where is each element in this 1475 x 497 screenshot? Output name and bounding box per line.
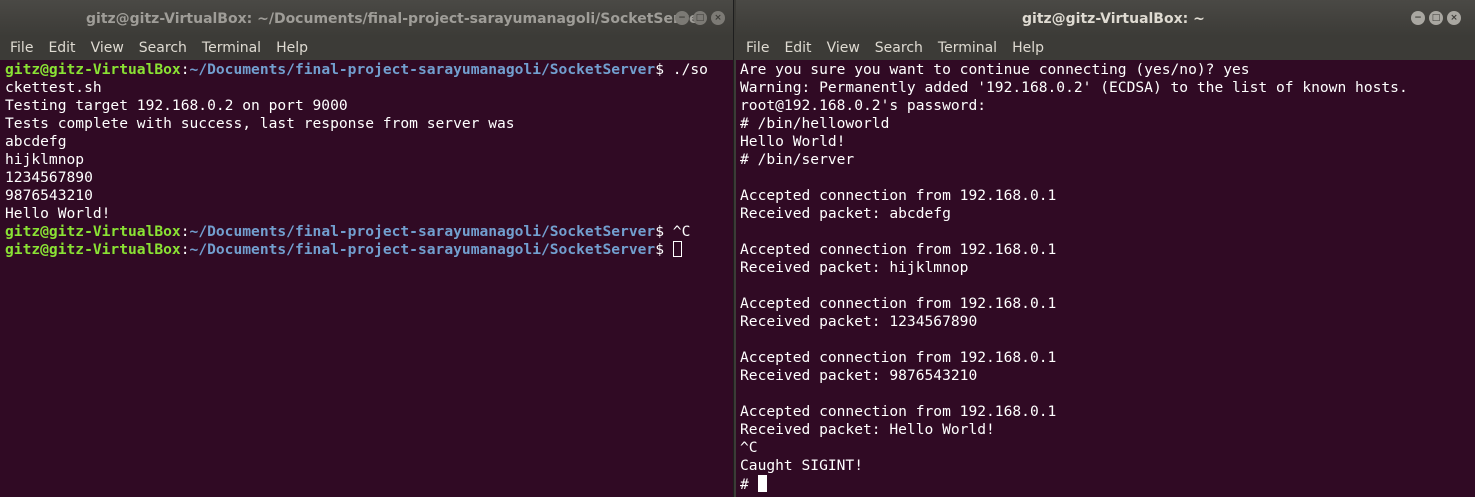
close-icon[interactable]: × [711, 11, 725, 25]
output-line: Received packet: Hello World! [740, 421, 995, 438]
window-title: gitz@gitz-VirtualBox: ~ [1022, 11, 1205, 27]
terminal-output[interactable]: Are you sure you want to continue connec… [736, 60, 1475, 497]
prompt-user: gitz@gitz-VirtualBox [5, 61, 181, 78]
output-line: 1234567890 [5, 169, 93, 186]
output-line: Received packet: 9876543210 [740, 367, 978, 384]
prompt-separator: : [180, 61, 190, 78]
window-controls: − □ × [675, 11, 725, 27]
output-line: Accepted connection from 192.168.0.1 [740, 403, 1057, 420]
menu-help[interactable]: Help [1008, 36, 1044, 60]
prompt-user: gitz@gitz-VirtualBox [5, 241, 181, 258]
text-cursor [757, 475, 767, 492]
text-cursor [672, 241, 682, 257]
prompt-symbol: $ [655, 223, 664, 240]
output-line: # /bin/helloworld [740, 115, 890, 132]
prompt-user: gitz@gitz-VirtualBox [5, 223, 181, 240]
output-line: Hello World! [5, 205, 111, 222]
prompt-separator: : [180, 223, 190, 240]
prompt-path: ~/Documents/final-project-sarayumanagoli… [189, 241, 656, 258]
output-line: Hello World! [740, 133, 846, 150]
menu-search[interactable]: Search [871, 36, 923, 60]
output-line: Received packet: 1234567890 [740, 313, 978, 330]
menu-terminal[interactable]: Terminal [198, 36, 261, 60]
menu-view[interactable]: View [823, 36, 860, 60]
terminal-output[interactable]: gitz@gitz-VirtualBox:~/Documents/final-p… [0, 60, 733, 497]
output-line: Testing target 192.168.0.2 on port 9000 [5, 97, 348, 114]
prompt-line: gitz@gitz-VirtualBox:~/Documents/final-p… [5, 241, 733, 259]
output-line: root@192.168.0.2's password: [740, 97, 995, 114]
prompt-path: ~/Documents/final-project-sarayumanagoli… [189, 223, 656, 240]
terminal-window-left[interactable]: gitz@gitz-VirtualBox: ~/Documents/final-… [0, 0, 734, 497]
output-line: Received packet: hijklmnop [740, 259, 969, 276]
prompt-separator: : [180, 241, 190, 258]
prompt-line: # [740, 475, 1475, 493]
menu-search[interactable]: Search [135, 36, 187, 60]
maximize-icon[interactable]: □ [1429, 11, 1443, 25]
window-title: gitz@gitz-VirtualBox: ~/Documents/final-… [86, 11, 706, 27]
output-line: Caught SIGINT! [740, 457, 864, 474]
output-line: Tests complete with success, last respon… [5, 115, 515, 132]
command-text [664, 241, 673, 258]
menu-bar: File Edit View Search Terminal Help [736, 36, 1475, 60]
menu-view[interactable]: View [87, 36, 124, 60]
menu-terminal[interactable]: Terminal [934, 36, 997, 60]
output-line: Accepted connection from 192.168.0.1 [740, 295, 1057, 312]
output-line: ^C [740, 439, 758, 456]
output-line: Accepted connection from 192.168.0.1 [740, 187, 1057, 204]
prompt-symbol: $ [655, 241, 664, 258]
menu-edit[interactable]: Edit [780, 36, 811, 60]
menu-edit[interactable]: Edit [44, 36, 75, 60]
maximize-icon[interactable]: □ [693, 11, 707, 25]
output-line: 9876543210 [5, 187, 93, 204]
menu-file[interactable]: File [742, 36, 769, 60]
output-line: ckettest.sh [5, 79, 102, 96]
menu-help[interactable]: Help [272, 36, 308, 60]
root-prompt: # [740, 476, 758, 493]
output-line: Accepted connection from 192.168.0.1 [740, 241, 1057, 258]
output-line: hijklmnop [5, 151, 85, 168]
title-bar[interactable]: gitz@gitz-VirtualBox: ~ − □ × [736, 0, 1475, 36]
prompt-line: gitz@gitz-VirtualBox:~/Documents/final-p… [5, 223, 733, 241]
command-text: ./so [664, 61, 708, 78]
prompt-line: gitz@gitz-VirtualBox:~/Documents/final-p… [5, 61, 733, 79]
output-line: Warning: Permanently added '192.168.0.2'… [740, 79, 1408, 96]
close-icon[interactable]: × [1447, 11, 1461, 25]
menu-file[interactable]: File [6, 36, 33, 60]
output-line: Received packet: abcdefg [740, 205, 951, 222]
prompt-symbol: $ [655, 61, 664, 78]
menu-bar: File Edit View Search Terminal Help [0, 36, 733, 60]
title-bar[interactable]: gitz@gitz-VirtualBox: ~/Documents/final-… [0, 0, 733, 36]
output-line: Are you sure you want to continue connec… [740, 61, 1250, 78]
command-text: ^C [664, 223, 691, 240]
minimize-icon[interactable]: − [1411, 11, 1425, 25]
output-line: abcdefg [5, 133, 67, 150]
window-controls: − □ × [1411, 11, 1461, 27]
output-line: # /bin/server [740, 151, 855, 168]
terminal-window-right[interactable]: gitz@gitz-VirtualBox: ~ − □ × File Edit … [736, 0, 1475, 497]
minimize-icon[interactable]: − [675, 11, 689, 25]
output-line: Accepted connection from 192.168.0.1 [740, 349, 1057, 366]
prompt-path: ~/Documents/final-project-sarayumanagoli… [189, 61, 656, 78]
